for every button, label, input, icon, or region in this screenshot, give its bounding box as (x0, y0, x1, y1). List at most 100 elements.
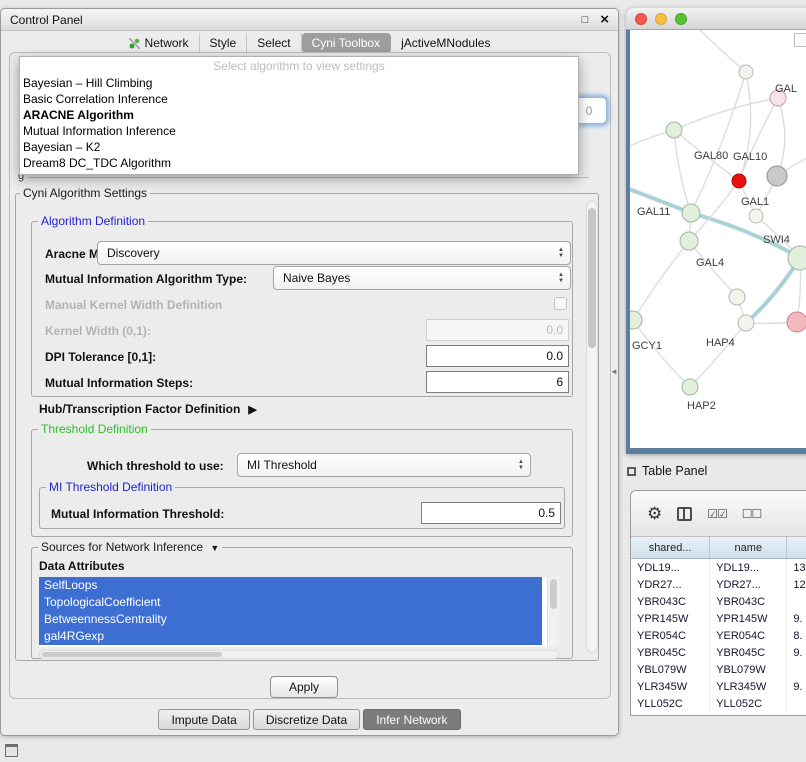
network-edge[interactable] (633, 241, 689, 320)
algorithm-option-basic-correlation-inference[interactable]: Basic Correlation Inference (20, 91, 578, 107)
network-edge[interactable] (691, 72, 746, 213)
aracne-mode-select[interactable]: Discovery ▲▼ (97, 241, 571, 265)
combo-arrows-icon: ▲▼ (558, 273, 570, 284)
attributes-vertical-scrollbar[interactable] (547, 577, 559, 647)
network-edge[interactable] (690, 30, 746, 72)
table-cell: YBR045C (710, 644, 787, 661)
network-canvas[interactable]: GALGAL80GAL10GAL11GAL1SWI4GAL4GCY1HAP4HA… (630, 30, 806, 448)
minimize-traffic-light[interactable] (655, 13, 667, 25)
network-edge[interactable] (690, 323, 746, 387)
cyni-algorithm-settings-legend: Cyni Algorithm Settings (20, 186, 150, 200)
table-row[interactable]: YBR043CYBR043C (631, 593, 806, 610)
table-cell: 9. (787, 644, 806, 661)
tab-network[interactable]: Network (119, 33, 200, 53)
panel-collapse-arrow-icon[interactable]: ◄ (610, 367, 618, 376)
table-cell: YBR045C (631, 644, 710, 661)
column-header-name[interactable]: name (710, 537, 787, 558)
float-window-icon[interactable]: □ (582, 14, 589, 26)
combo-arrows-icon: ▲▼ (558, 248, 570, 259)
network-edge[interactable] (674, 98, 778, 130)
algorithm-option-bayesian-k2[interactable]: Bayesian – K2 (20, 139, 578, 155)
table-row[interactable]: YBL079WYBL079W (631, 661, 806, 678)
table-row[interactable]: YLL052CYLL052C (631, 695, 806, 712)
table-row[interactable]: YPR145WYPR145W9. (631, 610, 806, 627)
network-node-hap4[interactable] (738, 315, 754, 331)
sources-legend[interactable]: Sources for Network Inference ▼ (38, 540, 222, 554)
column-header-shared[interactable]: shared... (631, 537, 710, 558)
network-node-gal80[interactable] (666, 122, 682, 138)
add-column-icon[interactable] (677, 507, 692, 521)
table-cell (787, 593, 806, 610)
algorithm-option-bayesian-hill-climbing[interactable]: Bayesian – Hill Climbing (20, 75, 578, 91)
bottom-tab-discretize-data[interactable]: Discretize Data (253, 709, 360, 730)
which-threshold-select[interactable]: MI Threshold ▲▼ (237, 453, 531, 477)
network-node-gal10[interactable] (732, 174, 746, 188)
network-edge[interactable] (633, 320, 690, 387)
minimized-panel-icon[interactable] (5, 744, 18, 757)
settings-scrollbar[interactable] (586, 201, 598, 653)
tab-jactivemnodules[interactable]: jActiveMNodules (391, 33, 500, 53)
network-node-pink-right[interactable] (787, 312, 806, 332)
close-window-icon[interactable]: × (600, 14, 609, 26)
table-panel-icon (627, 467, 636, 476)
attribute-item-selfloops[interactable]: SelfLoops (39, 577, 542, 594)
tab-select[interactable]: Select (247, 33, 301, 53)
mi-steps-field[interactable]: 6 (426, 371, 569, 393)
network-node-mid[interactable] (729, 289, 745, 305)
network-node-swi4[interactable] (788, 246, 806, 270)
tab-style[interactable]: Style (200, 33, 248, 53)
mi-algorithm-type-select[interactable]: Naive Bayes ▲▼ (273, 266, 571, 290)
column-header-3[interactable] (787, 537, 806, 558)
table-cell: YPR145W (631, 610, 710, 627)
table-row[interactable]: YLR345WYLR345W9. (631, 678, 806, 695)
network-node-gcy1[interactable] (630, 311, 642, 329)
mi-threshold-field[interactable]: 0.5 (421, 502, 561, 524)
attribute-item-topologicalcoefficient[interactable]: TopologicalCoefficient (39, 594, 542, 611)
network-node-gray[interactable] (767, 166, 787, 186)
settings-scrollbar-thumb[interactable] (588, 208, 596, 348)
network-node-label-gal10: GAL10 (733, 151, 767, 163)
attributes-horizontal-scrollbar[interactable] (39, 650, 559, 659)
which-threshold-label: Which threshold to use: (87, 459, 224, 473)
table-cell: YER054C (710, 627, 787, 644)
attributes-horizontal-scrollbar-thumb[interactable] (42, 652, 222, 657)
network-node-gal11[interactable] (682, 204, 700, 222)
zoom-traffic-light[interactable] (675, 13, 687, 25)
table-row[interactable]: YDL19...YDL19...13 (631, 559, 806, 576)
algorithm-option-dream8-dc-tdc-algorithm[interactable]: Dream8 DC_TDC Algorithm (20, 155, 578, 171)
network-node-gal1[interactable] (749, 209, 763, 223)
algorithm-popup-prompt: Select algorithm to view settings (20, 57, 578, 75)
bottom-tab-impute-data[interactable]: Impute Data (158, 709, 249, 730)
data-attributes-list[interactable]: SelfLoopsTopologicalCoefficientBetweenne… (39, 577, 559, 647)
table-cell (787, 695, 806, 712)
algorithm-option-mutual-information-inference[interactable]: Mutual Information Inference (20, 123, 578, 139)
network-edge[interactable] (777, 98, 785, 176)
algorithm-option-aracne-algorithm[interactable]: ARACNE Algorithm (20, 107, 578, 123)
attribute-item-betweennesscentrality[interactable]: BetweennessCentrality (39, 611, 542, 628)
dpi-tolerance-field[interactable]: 0.0 (426, 345, 569, 367)
network-edge[interactable] (689, 241, 737, 297)
bottom-tab-infer-network[interactable]: Infer Network (363, 709, 460, 730)
tab-label: Network (145, 36, 189, 50)
table-row[interactable]: YER054CYER054C8. (631, 627, 806, 644)
table-row[interactable]: YBR045CYBR045C9. (631, 644, 806, 661)
apply-button[interactable]: Apply (270, 676, 338, 698)
hub-transcription-factor-expander[interactable]: Hub/Transcription Factor Definition ▶ (39, 402, 257, 416)
collapse-arrow-icon: ▼ (210, 543, 219, 553)
gear-icon[interactable]: ⚙ (647, 504, 662, 524)
table-row[interactable]: YDR27...YDR27...12 (631, 576, 806, 593)
tab-cyni-toolbox[interactable]: Cyni Toolbox (302, 33, 391, 53)
network-edge[interactable] (630, 182, 800, 258)
select-all-columns-icon[interactable]: ☑☑ (707, 507, 727, 521)
canvas-corner-widget[interactable] (794, 33, 806, 47)
close-traffic-light[interactable] (635, 13, 647, 25)
table-cell: YDL19... (710, 559, 787, 576)
network-node-hap2[interactable] (682, 379, 698, 395)
network-node-gal4[interactable] (680, 232, 698, 250)
network-node-pale-top[interactable] (739, 65, 753, 79)
table-cell: YBR043C (631, 593, 710, 610)
attribute-item-gal4rgexp[interactable]: gal4RGexp (39, 628, 542, 645)
attributes-vertical-scrollbar-thumb[interactable] (550, 579, 557, 609)
table-cell: YLL052C (631, 695, 710, 712)
deselect-all-columns-icon[interactable]: ☐☐ (742, 507, 762, 521)
